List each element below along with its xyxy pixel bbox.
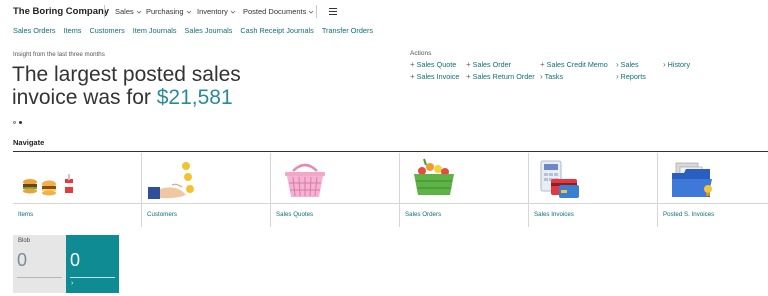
menu-sales-label: Sales (115, 7, 134, 16)
tile-divider (529, 203, 658, 204)
navigate-title: Navigate (13, 138, 45, 147)
tile-sales-invoices[interactable]: Sales Invoices (529, 153, 658, 227)
tile-divider (142, 203, 271, 204)
plus-icon: + (540, 60, 545, 69)
cue-divider (70, 277, 115, 278)
food-items-icon (23, 174, 73, 196)
action-history[interactable]: › History (663, 60, 690, 69)
headline-amount[interactable]: $21,581 (157, 86, 233, 109)
chevron-right-icon: › (616, 72, 619, 81)
menu-purchasing-label: Purchasing (146, 7, 184, 16)
menu-sales[interactable]: Sales (115, 7, 142, 16)
action-label: Tasks (544, 72, 564, 81)
insight-label: Insight from the last three months (13, 51, 105, 58)
action-label: History (667, 60, 691, 69)
chevron-down-icon (309, 10, 314, 14)
chevron-right-icon: › (540, 72, 543, 81)
hamburger-menu-icon[interactable] (329, 8, 337, 15)
sub-navigation: Sales Orders Items Customers Item Journa… (13, 26, 373, 35)
chevron-right-icon: › (663, 60, 666, 69)
tile-label: Sales Orders (405, 211, 442, 218)
plus-icon: + (466, 72, 471, 81)
separator (104, 5, 105, 18)
menu-posted-documents-label: Posted Documents (243, 7, 307, 16)
plus-icon: + (410, 60, 415, 69)
carousel-dot[interactable] (13, 121, 16, 124)
top-bar: The Boring Company Sales Purchasing Inve… (0, 0, 768, 24)
subnav-sales-orders[interactable]: Sales Orders (13, 26, 56, 35)
carousel-dots (13, 121, 22, 124)
action-sales-order[interactable]: + Sales Order (466, 60, 511, 69)
chevron-right-icon[interactable]: › (71, 280, 73, 287)
action-sales[interactable]: › Sales (616, 60, 639, 69)
menu-posted-documents[interactable]: Posted Documents (243, 7, 314, 16)
action-label: Sales Return Order (472, 72, 535, 81)
subnav-sales-journals[interactable]: Sales Journals (185, 26, 233, 35)
carousel-dot-active[interactable] (19, 121, 22, 124)
subnav-cash-receipt-journals[interactable]: Cash Receipt Journals (240, 26, 313, 35)
divider (13, 151, 768, 152)
separator (316, 5, 317, 18)
tile-sales-quotes[interactable]: Sales Quotes (271, 153, 400, 227)
menu-inventory[interactable]: Inventory (197, 7, 236, 16)
company-name[interactable]: The Boring Company (13, 6, 109, 17)
tile-sales-orders[interactable]: Sales Orders (400, 153, 529, 227)
grocery-basket-icon (414, 158, 454, 195)
chevron-down-icon (186, 10, 191, 14)
action-sales-credit-memo[interactable]: + Sales Credit Memo (540, 60, 608, 69)
action-label: Sales (620, 60, 639, 69)
menu-inventory-label: Inventory (197, 7, 228, 16)
action-label: Reports (620, 72, 646, 81)
tile-label: Customers (147, 211, 177, 218)
action-label: Sales Quote (416, 60, 457, 69)
menu-purchasing[interactable]: Purchasing (146, 7, 192, 16)
action-sales-quote[interactable]: + Sales Quote (410, 60, 456, 69)
plus-icon: + (410, 72, 415, 81)
tile-items[interactable]: Items (13, 153, 142, 227)
tile-label: Sales Quotes (276, 211, 314, 218)
insight-headline[interactable]: The largest posted sales invoice was for… (12, 63, 282, 109)
action-label: Sales Invoice (416, 72, 460, 81)
subnav-customers[interactable]: Customers (89, 26, 124, 35)
chevron-down-icon (136, 10, 142, 14)
cue-divider (17, 277, 62, 278)
chevron-down-icon (230, 10, 236, 14)
tile-label: Items (18, 211, 34, 218)
tile-divider (400, 203, 529, 204)
tile-divider (658, 203, 768, 204)
cue-value[interactable]: 0 (70, 250, 80, 271)
action-tasks[interactable]: › Tasks (540, 72, 563, 81)
subnav-transfer-orders[interactable]: Transfer Orders (322, 26, 373, 35)
action-sales-return-order[interactable]: + Sales Return Order (466, 72, 535, 81)
tile-customers[interactable]: Customers (142, 153, 271, 227)
cue-tile[interactable]: 0 › (66, 235, 119, 293)
folder-documents-icon (672, 162, 712, 197)
shopping-basket-icon (285, 163, 325, 197)
tile-posted-sales-invoices[interactable]: Posted S. Invoices (658, 153, 768, 227)
cue-tile-blob[interactable]: Blob 0 (13, 235, 66, 293)
subnav-items[interactable]: Items (64, 26, 82, 35)
invoice-card-icon (540, 160, 579, 198)
subnav-item-journals[interactable]: Item Journals (133, 26, 177, 35)
action-label: Sales Credit Memo (546, 60, 608, 69)
cue-value[interactable]: 0 (17, 250, 27, 271)
action-reports[interactable]: › Reports (616, 72, 646, 81)
action-label: Sales Order (472, 60, 512, 69)
tile-divider (271, 203, 400, 204)
action-sales-invoice[interactable]: + Sales Invoice (410, 72, 459, 81)
hand-coins-icon (148, 162, 194, 199)
chevron-right-icon: › (616, 60, 619, 69)
plus-icon: + (466, 60, 471, 69)
tile-label: Sales Invoices (534, 211, 574, 218)
cue-title: Blob (18, 238, 31, 244)
actions-title: Actions (410, 50, 432, 57)
tile-label: Posted S. Invoices (663, 211, 715, 218)
tile-divider (13, 203, 142, 204)
